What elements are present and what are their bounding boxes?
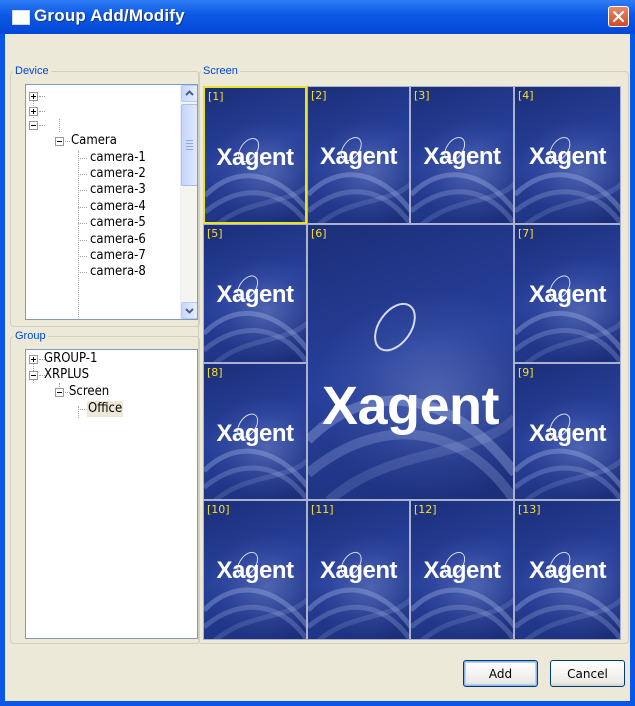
cell-number-label: [5]	[207, 227, 223, 240]
device-tree[interactable]: Camera camera-1 camera-2 camera-3 camera…	[25, 84, 198, 320]
window-title: Group Add/Modify	[34, 6, 185, 25]
screen-legend: Screen	[203, 65, 238, 77]
collapse-minus-icon[interactable]	[29, 121, 38, 130]
xagent-logo: Xagent	[319, 557, 398, 584]
xagent-logo: Xagent	[528, 143, 607, 170]
xagent-logo: Xagent	[319, 143, 398, 170]
screen-layout: [1] Xagent [2] Xagent [3] Xagent [4] Xagent [5] X…	[203, 86, 621, 640]
xagent-logo: Xagent	[216, 557, 294, 584]
screen-cell[interactable]: [3] Xagent	[410, 86, 514, 224]
chevron-up-icon	[185, 90, 194, 96]
xagent-logo: Xagent	[321, 376, 500, 436]
xagent-logo: Xagent	[528, 557, 607, 584]
xagent-logo: Xagent	[216, 281, 294, 308]
collapse-minus-icon[interactable]	[55, 388, 64, 397]
collapse-minus-icon[interactable]	[29, 371, 38, 380]
group-legend: Group	[15, 330, 46, 342]
cell-number-label: [4]	[518, 89, 534, 102]
screen-cell[interactable]: [13] Xagent	[514, 500, 621, 640]
screen-cell[interactable]: [7] Xagent	[514, 224, 621, 363]
tree-node-label: Camera	[71, 133, 117, 148]
screen-cell[interactable]: [10] Xagent	[203, 500, 307, 640]
screen-cell[interactable]: [11] Xagent	[307, 500, 410, 640]
dialog-body: Device Camera camera-1 camera-2 camera-3…	[5, 34, 630, 701]
screen-cell[interactable]: [8] Xagent	[203, 363, 307, 500]
xagent-logo: Xagent	[423, 143, 501, 170]
xagent-logo: Xagent	[216, 420, 294, 447]
collapse-minus-icon[interactable]	[55, 137, 64, 146]
cell-number-label: [6]	[311, 227, 327, 240]
cell-number-label: [7]	[518, 227, 534, 240]
cell-number-label: [8]	[207, 366, 223, 379]
screen-cell[interactable]: [5] Xagent	[203, 224, 307, 363]
expand-plus-icon[interactable]	[29, 107, 38, 116]
xagent-logo: Xagent	[216, 144, 294, 171]
screen-cell[interactable]: [4] Xagent	[514, 86, 621, 224]
screen-cell[interactable]: [1] Xagent	[203, 86, 307, 224]
close-button[interactable]	[608, 6, 629, 27]
screen-cell[interactable]: [9] Xagent	[514, 363, 621, 500]
xagent-logo: Xagent	[528, 420, 607, 447]
screen-cell[interactable]: [12] Xagent	[410, 500, 514, 640]
cell-number-label: [12]	[414, 503, 437, 516]
device-vertical-scrollbar[interactable]	[180, 85, 197, 319]
selected-node-label: Office	[87, 401, 124, 417]
expand-plus-icon[interactable]	[29, 355, 38, 364]
cancel-button[interactable]: Cancel	[550, 660, 625, 687]
group-tree[interactable]: GROUP-1 XRPLUS Screen Office	[25, 349, 198, 639]
xagent-logo: Xagent	[528, 281, 607, 308]
xagent-logo: Xagent	[423, 557, 501, 584]
window-icon	[12, 10, 30, 25]
add-button[interactable]: Add	[463, 660, 538, 687]
scroll-thumb[interactable]	[181, 104, 197, 186]
cell-number-label: [2]	[311, 89, 327, 102]
cell-number-label: [10]	[207, 503, 230, 516]
expand-plus-icon[interactable]	[29, 92, 38, 101]
scroll-up-button[interactable]	[181, 85, 197, 102]
scroll-down-button[interactable]	[181, 302, 197, 319]
screen-cell[interactable]: [6] Xagent	[307, 224, 514, 500]
chevron-down-icon	[185, 308, 194, 314]
cell-number-label: [13]	[518, 503, 541, 516]
cell-number-label: [11]	[311, 503, 334, 516]
dialog-window: Group Add/Modify Device Camera camera-1 …	[0, 0, 635, 706]
screen-cell[interactable]: [2] Xagent	[307, 86, 410, 224]
background-swirl-decoration	[308, 302, 513, 499]
title-bar[interactable]: Group Add/Modify	[0, 0, 635, 34]
cell-number-label: [9]	[518, 366, 534, 379]
device-legend: Device	[15, 65, 49, 77]
close-icon	[612, 10, 625, 23]
cell-number-label: [1]	[208, 90, 224, 103]
cell-number-label: [3]	[414, 89, 430, 102]
